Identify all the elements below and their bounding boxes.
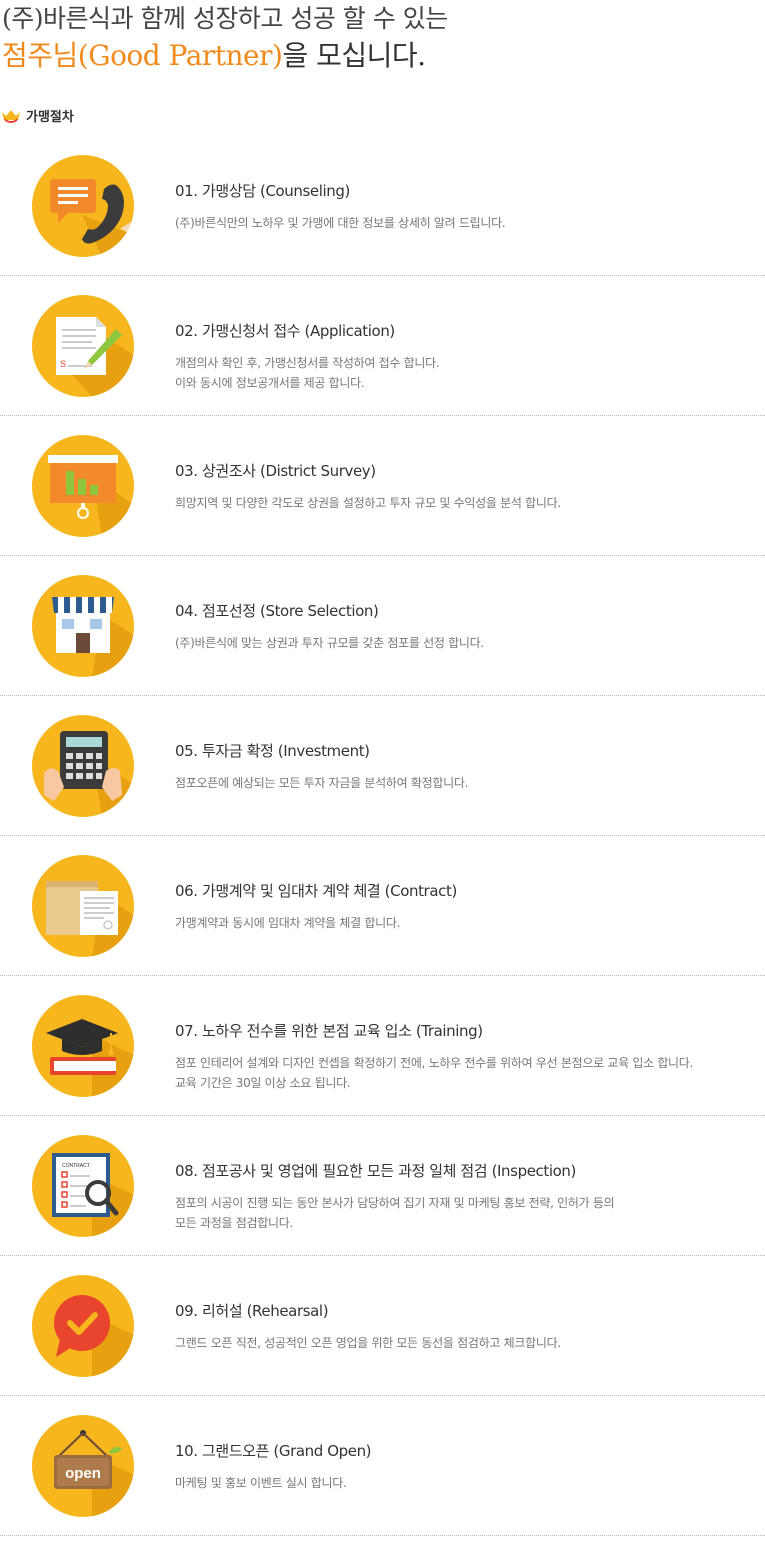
step-text: 04. 점포선정 (Store Selection) (주)바른식에 맞는 상권…: [175, 601, 760, 653]
step-title: 05. 투자금 확정 (Investment): [175, 742, 370, 760]
step-text: 03. 상권조사 (District Survey) 희망지역 및 다양한 각도…: [175, 461, 760, 513]
step-text: 02. 가맹신청서 접수 (Application) 개점의사 확인 후, 가맹…: [175, 321, 760, 393]
step-description: (주)바른식만의 노하우 및 가맹에 대한 정보를 상세히 알려 드립니다.: [175, 213, 760, 233]
step-item: 06. 가맹계약 및 임대차 계약 체결 (Contract) 가맹계약과 동시…: [0, 836, 765, 976]
calculator-icon: [32, 715, 134, 817]
step-title: 06. 가맹계약 및 임대차 계약 체결 (Contract): [175, 882, 457, 900]
step-description: 마케팅 및 홍보 이벤트 실시 합니다.: [175, 1473, 760, 1493]
step-text: 07. 노하우 전수를 위한 본점 교육 입소 (Training) 점포 인테…: [175, 1021, 760, 1093]
step-title: 02. 가맹신청서 접수 (Application): [175, 322, 395, 340]
step-description-line: (주)바른식만의 노하우 및 가맹에 대한 정보를 상세히 알려 드립니다.: [175, 216, 506, 230]
step-title: 04. 점포선정 (Store Selection): [175, 602, 379, 620]
headline-line-1: (주)바른식과 함께 성장하고 성공 할 수 있는: [2, 4, 448, 33]
step-title: 10. 그랜드오픈 (Grand Open): [175, 1442, 372, 1460]
step-title: 03. 상권조사 (District Survey): [175, 462, 376, 480]
step-item: 04. 점포선정 (Store Selection) (주)바른식에 맞는 상권…: [0, 556, 765, 696]
headline-rest: 을 모십니다.: [282, 39, 426, 72]
step-title: 01. 가맹상담 (Counseling): [175, 182, 350, 200]
step-description-line: 교육 기간은 30일 이상 소요 됩니다.: [175, 1076, 351, 1090]
step-description: 개점의사 확인 후, 가맹신청서를 작성하여 접수 합니다. 이와 동시에 정보…: [175, 353, 760, 393]
headline-line-2: 점주님(Good Partner)을 모십니다.: [2, 36, 762, 76]
step-text: 08. 점포공사 및 영업에 필요한 모든 과정 일체 점검 (Inspecti…: [175, 1161, 760, 1233]
step-description: 점포오픈에 예상되는 모든 투자 자금을 분석하여 확정합니다.: [175, 773, 760, 793]
step-item: 07. 노하우 전수를 위한 본점 교육 입소 (Training) 점포 인테…: [0, 976, 765, 1116]
phone-chat-icon: [32, 155, 134, 257]
step-text: 01. 가맹상담 (Counseling) (주)바른식만의 노하우 및 가맹에…: [175, 181, 760, 233]
step-description: 그랜드 오픈 직전, 성공적인 오픈 영업을 위한 모든 동선을 점검하고 체크…: [175, 1333, 760, 1353]
step-item: 01. 가맹상담 (Counseling) (주)바른식만의 노하우 및 가맹에…: [0, 136, 765, 276]
step-description: 점포 인테리어 설계와 디자인 컨셉을 확정하기 전에, 노하우 전수를 위하여…: [175, 1053, 760, 1093]
step-title: 07. 노하우 전수를 위한 본점 교육 입소 (Training): [175, 1022, 483, 1040]
step-description-line: 개점의사 확인 후, 가맹신청서를 작성하여 접수 합니다.: [175, 356, 440, 370]
crown-bullet-icon: [2, 110, 20, 123]
svg-text:S: S: [60, 359, 66, 369]
open-icon-text: open: [65, 1465, 101, 1482]
presentation-board-icon: [32, 435, 134, 537]
section-title: 가맹절차: [0, 104, 74, 126]
open-sign-icon: open: [32, 1415, 134, 1517]
storefront-icon: [32, 575, 134, 677]
headline: (주)바른식과 함께 성장하고 성공 할 수 있는 점주님(Good Partn…: [2, 2, 762, 76]
step-description-line: 그랜드 오픈 직전, 성공적인 오픈 영업을 위한 모든 동선을 점검하고 체크…: [175, 1336, 561, 1350]
step-item: 09. 리허설 (Rehearsal) 그랜드 오픈 직전, 성공적인 오픈 영…: [0, 1256, 765, 1396]
step-description-line: 이와 동시에 정보공개서를 제공 합니다.: [175, 376, 365, 390]
step-text: 09. 리허설 (Rehearsal) 그랜드 오픈 직전, 성공적인 오픈 영…: [175, 1301, 760, 1353]
step-text: 10. 그랜드오픈 (Grand Open) 마케팅 및 홍보 이벤트 실시 합…: [175, 1441, 760, 1493]
document-pen-icon: S: [32, 295, 134, 397]
step-item: S 02. 가맹신청서 접수 (Application) 개점의사 확인 후, …: [0, 276, 765, 416]
step-title: 08. 점포공사 및 영업에 필요한 모든 과정 일체 점검 (Inspecti…: [175, 1162, 576, 1180]
step-description-line: 가맹계약과 동시에 임대차 계약을 체결 합니다.: [175, 916, 401, 930]
section-title-label: 가맹절차: [26, 109, 74, 125]
contract-icon-text: CONTRACT: [62, 1163, 90, 1169]
graduation-cap-icon: [32, 995, 134, 1097]
speech-check-icon: [32, 1275, 134, 1377]
contract-envelope-icon: [32, 855, 134, 957]
step-description-line: 마케팅 및 홍보 이벤트 실시 합니다.: [175, 1476, 347, 1490]
step-description: 점포의 시공이 진행 되는 동안 본사가 담당하여 집기 자재 및 마케팅 홍보…: [175, 1193, 760, 1233]
step-description-line: 점포의 시공이 진행 되는 동안 본사가 담당하여 집기 자재 및 마케팅 홍보…: [175, 1196, 615, 1210]
step-description-line: (주)바른식에 맞는 상권과 투자 규모를 갖춘 점포를 선정 합니다.: [175, 636, 484, 650]
step-item: open 10. 그랜드오픈 (Grand Open) 마케팅 및 홍보 이벤트…: [0, 1396, 765, 1536]
step-text: 05. 투자금 확정 (Investment) 점포오픈에 예상되는 모든 투자…: [175, 741, 760, 793]
step-item: 05. 투자금 확정 (Investment) 점포오픈에 예상되는 모든 투자…: [0, 696, 765, 836]
step-description: (주)바른식에 맞는 상권과 투자 규모를 갖춘 점포를 선정 합니다.: [175, 633, 760, 653]
step-description-line: 희망지역 및 다양한 각도로 상권을 설정하고 투자 규모 및 수익성을 분석 …: [175, 496, 561, 510]
step-text: 06. 가맹계약 및 임대차 계약 체결 (Contract) 가맹계약과 동시…: [175, 881, 760, 933]
headline-accent: 점주님(Good Partner): [2, 39, 283, 72]
contract-magnifier-icon: CONTRACT: [32, 1135, 134, 1237]
step-description: 희망지역 및 다양한 각도로 상권을 설정하고 투자 규모 및 수익성을 분석 …: [175, 493, 760, 513]
step-description-line: 점포 인테리어 설계와 디자인 컨셉을 확정하기 전에, 노하우 전수를 위하여…: [175, 1056, 694, 1070]
step-description-line: 모든 과정을 점검합니다.: [175, 1216, 293, 1230]
step-description: 가맹계약과 동시에 임대차 계약을 체결 합니다.: [175, 913, 760, 933]
step-item: CONTRACT 08. 점포공사 및 영업에 필요한 모든 과정 일체 점검 …: [0, 1116, 765, 1256]
step-item: 03. 상권조사 (District Survey) 희망지역 및 다양한 각도…: [0, 416, 765, 556]
procedure-steps: 01. 가맹상담 (Counseling) (주)바른식만의 노하우 및 가맹에…: [0, 136, 765, 1536]
step-description-line: 점포오픈에 예상되는 모든 투자 자금을 분석하여 확정합니다.: [175, 776, 469, 790]
step-title: 09. 리허설 (Rehearsal): [175, 1302, 329, 1320]
